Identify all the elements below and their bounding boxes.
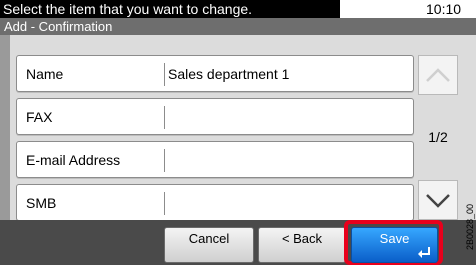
- page-indicator: 1/2: [428, 129, 448, 145]
- divider: [164, 106, 165, 129]
- figure-code: 2B0028_00: [465, 203, 475, 250]
- footer-bar: Cancel < Back Save: [0, 220, 476, 265]
- save-label: Save: [379, 231, 410, 246]
- chevron-down-icon: [426, 194, 450, 208]
- chevron-up-icon: [426, 68, 450, 82]
- clock: 10:10: [426, 1, 462, 17]
- field-label: FAX: [26, 109, 53, 125]
- back-button[interactable]: < Back: [258, 227, 346, 263]
- divider: [164, 192, 165, 215]
- field-label: SMB: [26, 195, 57, 211]
- divider: [164, 63, 165, 86]
- screen: Select the item that you want to change.…: [0, 0, 476, 265]
- status-bar: Select the item that you want to change.…: [0, 0, 476, 35]
- divider: [164, 149, 165, 172]
- status-message: Select the item that you want to change.: [0, 0, 340, 18]
- field-value: Sales department 1: [168, 66, 290, 82]
- enter-arrow-icon: [418, 247, 430, 258]
- scroll-up-button[interactable]: [418, 55, 458, 95]
- cancel-button[interactable]: Cancel: [164, 227, 254, 263]
- field-label: E-mail Address: [26, 152, 121, 168]
- field-row-name[interactable]: Name Sales department 1: [16, 55, 414, 92]
- field-label: Name: [26, 66, 64, 82]
- confirmation-panel: Name Sales department 1 FAX E-mail Addre…: [0, 35, 476, 221]
- field-row-fax[interactable]: FAX: [16, 98, 414, 135]
- screen-title: Add - Confirmation: [0, 18, 476, 35]
- panel-edge: [0, 35, 10, 220]
- save-button[interactable]: Save: [351, 227, 438, 263]
- field-row-email-address[interactable]: E-mail Address: [16, 141, 414, 178]
- field-row-smb[interactable]: SMB: [16, 184, 414, 221]
- scroll-down-button[interactable]: [418, 180, 458, 220]
